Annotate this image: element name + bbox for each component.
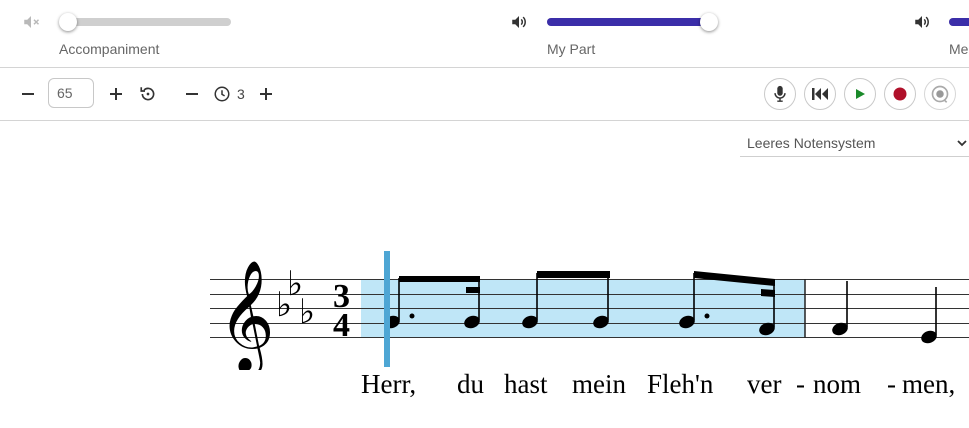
clock-icon (214, 86, 230, 102)
select-value: Leeres Notensystem (747, 135, 876, 151)
divider (0, 120, 969, 121)
flat-icon: ♭ (299, 292, 315, 332)
track-label: My Part (547, 41, 596, 57)
tempo-reset-button[interactable] (137, 83, 159, 105)
count-in-increase-button[interactable] (255, 83, 277, 105)
microphone-icon (774, 85, 786, 102)
minus-icon (22, 93, 34, 95)
record-button[interactable] (884, 78, 916, 110)
track-label: Accompaniment (59, 41, 160, 57)
count-in-decrease-button[interactable] (181, 83, 203, 105)
lyric-syllable: hast (504, 369, 548, 399)
score-staff[interactable]: 𝄞 ♭ ♭ ♭ 3 4 (0, 240, 969, 370)
beam (761, 289, 775, 297)
time-signature-bottom: 4 (333, 307, 350, 344)
score-template-select[interactable]: Leeres Notensystem (740, 129, 969, 157)
plus-icon (260, 88, 272, 100)
lyric-hyphen: - (796, 369, 805, 399)
volume-muted-icon[interactable] (22, 13, 40, 31)
slider-fill (547, 18, 709, 26)
melody-volume-slider[interactable] (949, 18, 969, 26)
track-label: Me (949, 41, 969, 57)
lyric-syllable: nom (813, 369, 862, 399)
lyric-hyphen: - (887, 369, 896, 399)
minus-icon (186, 93, 198, 95)
count-in-clock (211, 83, 233, 105)
beam (466, 287, 480, 293)
reset-icon (140, 87, 155, 101)
lyric-syllable: Fleh'n (647, 369, 714, 399)
chevron-down-icon (957, 140, 967, 147)
microphone-button[interactable] (764, 78, 796, 110)
count-in-value: 3 (237, 86, 245, 102)
accompaniment-volume-slider[interactable] (59, 13, 231, 31)
tempo-decrease-button[interactable] (17, 83, 39, 105)
beam (399, 276, 480, 282)
divider (0, 67, 969, 68)
tempo-value: 65 (57, 85, 73, 101)
skip-back-icon (812, 88, 828, 100)
slider-fill (949, 18, 969, 26)
lyric-syllable: ver (747, 369, 782, 399)
playback-cursor[interactable] (384, 251, 390, 367)
tempo-input[interactable]: 65 (48, 78, 94, 108)
mixer: Accompaniment My Part Me (0, 0, 969, 67)
lyric-syllable: du (457, 369, 484, 399)
my-part-volume-slider[interactable] (547, 13, 718, 31)
play-icon (856, 89, 865, 99)
record-loop-icon (931, 85, 949, 103)
play-button[interactable] (844, 78, 876, 110)
volume-icon[interactable] (510, 13, 528, 31)
rewind-button[interactable] (804, 78, 836, 110)
slider-thumb[interactable] (59, 13, 77, 31)
lyric-syllable: men, (902, 369, 956, 399)
augmentation-dot (704, 313, 710, 319)
treble-clef-icon: 𝄞 (218, 259, 275, 370)
record-loop-button[interactable] (924, 78, 956, 110)
beam (537, 271, 610, 278)
plus-icon (110, 88, 122, 100)
volume-icon[interactable] (913, 13, 931, 31)
tempo-increase-button[interactable] (105, 83, 127, 105)
lyric-syllable: mein (572, 369, 626, 399)
record-icon (893, 87, 907, 101)
slider-thumb[interactable] (700, 13, 718, 31)
lyric-syllable: Herr, (361, 369, 417, 399)
augmentation-dot (409, 313, 415, 319)
